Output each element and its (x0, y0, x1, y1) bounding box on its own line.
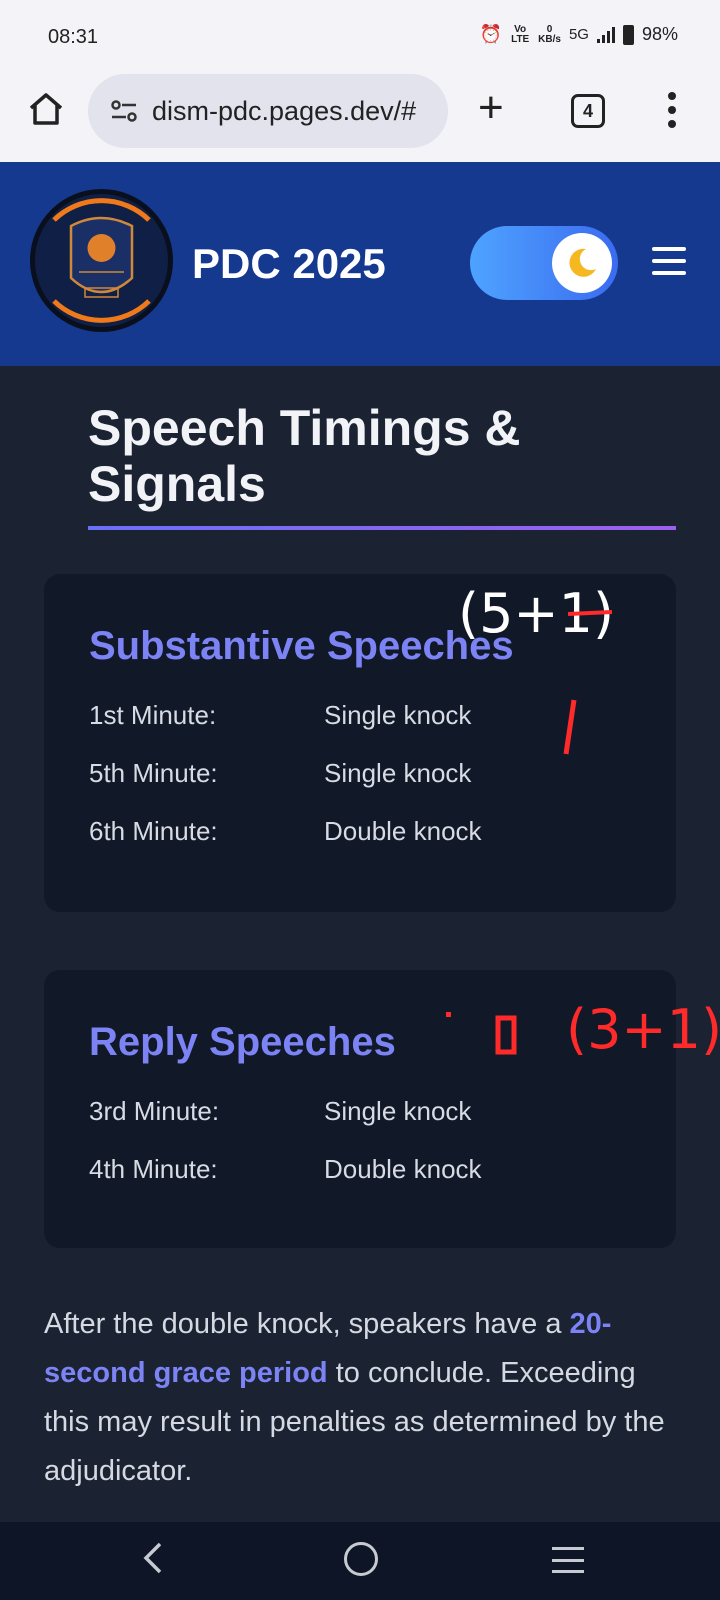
browser-toolbar: dism-pdc.pages.dev/# + 4 (0, 72, 720, 162)
site-title: PDC 2025 (192, 240, 386, 287)
timing-row: 4th Minute: Double knock (89, 1154, 649, 1194)
timing-row: 3rd Minute: Single knock (89, 1096, 649, 1136)
home-button-icon[interactable] (344, 1542, 378, 1576)
theme-toggle[interactable] (470, 226, 618, 300)
address-bar[interactable]: dism-pdc.pages.dev/# (88, 74, 448, 148)
battery-level: 98% (641, 24, 678, 44)
timing-label: 4th Minute: (89, 1154, 218, 1184)
tab-switcher-button[interactable]: 4 (571, 94, 605, 128)
network-speed: 0 KB/s (538, 24, 561, 45)
more-options-icon[interactable] (668, 92, 676, 128)
timing-label: 6th Minute: (89, 816, 218, 846)
annotation-tick-mark (563, 699, 577, 755)
title-underline (88, 526, 676, 530)
status-bar: 08:31 ⏰ Vo LTE 0 KB/s 5G 98% (0, 0, 720, 72)
new-tab-icon[interactable]: + (478, 86, 504, 130)
status-icons: ⏰ Vo LTE 0 KB/s 5G 98% (480, 24, 678, 45)
back-icon[interactable] (140, 1540, 164, 1576)
site-settings-icon[interactable] (110, 100, 138, 122)
battery-icon (622, 24, 634, 45)
timing-signal: Double knock (324, 1154, 482, 1184)
annotation-dot-mark (446, 1012, 451, 1017)
school-logo[interactable] (29, 188, 174, 333)
page-title: Speech Timings & Signals (88, 400, 521, 512)
timing-row: 5th Minute: Single knock (89, 758, 649, 798)
timing-label: 5th Minute: (89, 758, 218, 788)
site-header: PDC 2025 (0, 162, 720, 366)
system-nav-bar (0, 1522, 720, 1600)
recent-apps-icon[interactable] (552, 1547, 584, 1573)
hamburger-menu-icon[interactable] (652, 247, 686, 275)
home-icon[interactable] (26, 89, 66, 129)
note-text-before: After the double knock, speakers have a (44, 1308, 570, 1340)
grace-period-note: After the double knock, speakers have a … (44, 1300, 674, 1496)
timing-signal: Double knock (324, 816, 482, 846)
annotation-strike-mark (567, 610, 613, 616)
network-speed-unit: KB/s (538, 33, 561, 45)
timing-signal: Single knock (324, 758, 472, 788)
card-title: Reply Speeches (89, 1020, 396, 1064)
toggle-knob (552, 233, 612, 293)
annotation-box-mark (495, 1015, 517, 1055)
network-type: 5G (568, 26, 589, 43)
timing-label: 1st Minute: (89, 700, 217, 730)
timing-label: 3rd Minute: (89, 1096, 220, 1126)
timing-row: 6th Minute: Double knock (89, 816, 649, 856)
timing-signal: Single knock (324, 700, 472, 730)
status-time: 08:31 (48, 26, 99, 48)
timing-signal: Single knock (324, 1096, 472, 1126)
volte-indicator: Vo LTE (511, 23, 530, 45)
annotation-reply: (3+1) (566, 998, 720, 1061)
card-title: Substantive Speeches (89, 624, 514, 668)
signal-icon (596, 26, 615, 43)
url-text: dism-pdc.pages.dev/# (152, 95, 417, 126)
moon-icon (569, 248, 596, 277)
alarm-icon: ⏰ (479, 24, 503, 44)
